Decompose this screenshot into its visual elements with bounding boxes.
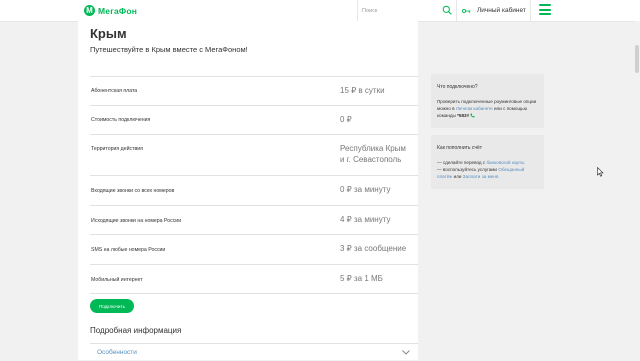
scrollbar-thumb[interactable] [635, 45, 639, 73]
what-connected-card: Что подключено? Проверить подключенные р… [431, 74, 544, 128]
param-row-internet: Мобильный интернет 5 ₽ за 1 МБ [90, 264, 418, 294]
param-label: Стоимость подключения [91, 117, 151, 123]
param-label: Исходящие звонки на номера России [91, 218, 182, 224]
pay-for-me-link[interactable]: Заплати за меня. [463, 174, 500, 179]
bank-card-link[interactable]: банковской карты [486, 160, 524, 165]
megafon-logo[interactable]: М МегаФон [84, 4, 137, 17]
param-label: Мобильный интернет [91, 277, 143, 283]
search-input[interactable] [362, 5, 436, 16]
topup-card: Как пополнить счёт — сделайте перевод с … [431, 135, 544, 189]
topup-text-part: — воспользуйтесь услугами [437, 167, 499, 172]
param-value: 4 ₽ за минуту [340, 215, 391, 224]
param-value: 3 ₽ за сообщение [340, 244, 407, 253]
param-label: Территория действия [91, 146, 143, 152]
param-row-incoming-calls: Входящие звонки со всех номеров 0 ₽ за м… [90, 175, 418, 205]
personal-account-label: Личный кабинет [477, 7, 526, 14]
details-heading: Подробная информация [90, 326, 182, 335]
logo-text: МегаФон [98, 5, 138, 16]
param-label: Абонентская плата [91, 88, 138, 94]
topup-text-part: — сделайте перевод с [437, 160, 487, 165]
search-icon[interactable] [442, 5, 452, 15]
features-accordion-label: Особенности [97, 349, 137, 356]
mouse-cursor-icon [597, 167, 604, 177]
topup-title: Как пополнить счёт [437, 145, 483, 151]
menu-icon[interactable] [539, 4, 551, 16]
megafon-logo-icon: М [84, 5, 95, 16]
param-row-fee: Абонентская плата 15 ₽ в сутки [90, 76, 418, 105]
param-row-territory: Территория действия Республика Крым и г.… [90, 134, 418, 175]
intro-text: Путешествуйте в Крым вместе с МегаФоном! [90, 45, 248, 54]
main-content: Крым Путешествуйте в Крым вместе с МегаФ… [78, 21, 418, 360]
page-title: Крым [90, 26, 127, 41]
page-scrollbar[interactable] [634, 21, 640, 360]
param-value: 15 ₽ в сутки [340, 86, 385, 95]
personal-account-inline-link[interactable]: Личном кабинете [456, 106, 493, 111]
header-divider [530, 0, 531, 21]
param-row-connection-cost: Стоимость подключения 0 ₽ [90, 105, 418, 134]
topup-text-part: или [452, 174, 463, 179]
tariff-params-list: Абонентская плата 15 ₽ в сутки Стоимость… [90, 76, 418, 294]
param-row-sms: SMS на любые номера России 3 ₽ за сообще… [90, 234, 418, 264]
chevron-down-icon [402, 350, 410, 355]
phone-icon [470, 113, 475, 118]
topup-line-card: — сделайте перевод с банковской карты [437, 159, 540, 166]
param-value: 0 ₽ за минуту [340, 185, 391, 194]
param-value: 0 ₽ [340, 115, 352, 124]
what-connected-title: Что подключено? [437, 84, 478, 90]
topup-line-services: — воспользуйтесь услугами Обещанный плат… [437, 166, 540, 180]
key-icon [462, 8, 471, 13]
param-row-outgoing-calls: Исходящие звонки на номера России 4 ₽ за… [90, 205, 418, 234]
param-value: 5 ₽ за 1 МБ [340, 274, 383, 283]
personal-account-link[interactable]: Личный кабинет [462, 5, 526, 16]
what-connected-text: Проверить подключенные роуминговые опции… [437, 98, 540, 119]
ussd-code: *583# [457, 113, 470, 118]
top-header: М МегаФон Личный кабинет [0, 0, 640, 22]
features-accordion[interactable]: Особенности [90, 343, 418, 361]
param-value: Республика Крым и г. Севастополь [340, 144, 406, 164]
search-box [357, 0, 457, 21]
connect-button[interactable]: Подключить [90, 299, 134, 313]
param-label: SMS на любые номера России [91, 247, 166, 253]
param-label: Входящие звонки со всех номеров [91, 188, 175, 194]
